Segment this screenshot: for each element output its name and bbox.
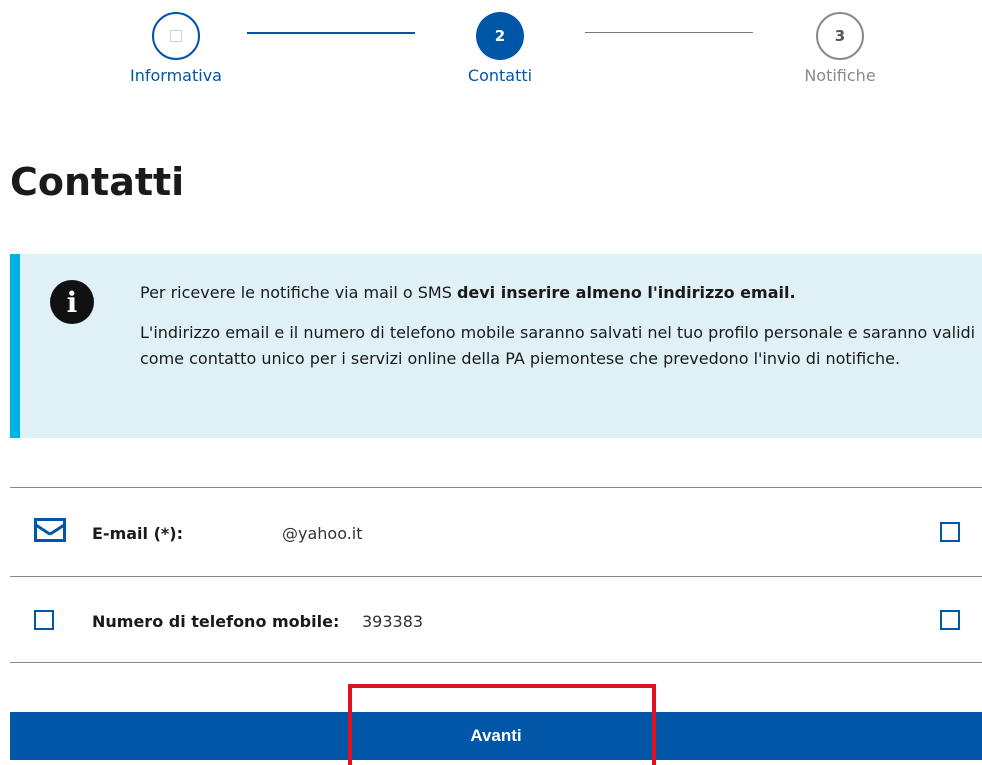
step-check-icon [170,30,182,42]
next-button[interactable]: Avanti [10,712,982,760]
phone-label: Numero di telefono mobile: [92,612,340,631]
step-label-notifiche: Notifiche [804,66,876,85]
info-line-1-bold: devi inserire almeno l'indirizzo email. [456,283,796,302]
info-line-1: Per ricevere le notifiche via mail o SMS… [140,280,980,306]
info-icon: i [50,280,94,324]
divider-middle [10,576,982,577]
divider-top [10,487,982,488]
mail-icon [34,518,66,542]
phone-checkbox[interactable] [34,610,54,630]
info-box: i Per ricevere le notifiche via mail o S… [10,254,982,438]
phone-edit-checkbox[interactable] [940,610,960,630]
email-icon-cell [34,518,66,542]
step-notifiche: 3 Notifiche [770,0,910,85]
divider-bottom [10,662,982,663]
page-title: Contatti [10,160,185,204]
step-circle-2: 2 [476,12,524,60]
email-label: E-mail (*): [92,524,183,543]
phone-checkbox-cell[interactable] [34,610,54,630]
step-connector-1 [247,32,415,34]
step-label-contatti: Contatti [467,66,533,85]
stepper: Informativa 2 Contatti 3 Notifiche [0,0,982,100]
step-contatti: 2 Contatti [430,0,570,85]
phone-row: Numero di telefono mobile: 393383 [10,578,982,664]
email-value: @yahoo.it [282,524,363,543]
email-edit-checkbox[interactable] [940,522,960,542]
step-circle-3: 3 [816,12,864,60]
info-line-1-prefix: Per ricevere le notifiche via mail o SMS [140,283,457,302]
phone-value: 393383 [362,612,424,631]
email-row: E-mail (*): @yahoo.it [10,490,982,576]
info-paragraph-2: L'indirizzo email e il numero di telefon… [140,323,976,368]
step-connector-2 [585,32,753,33]
step-circle-1 [152,12,200,60]
step-informativa[interactable]: Informativa [106,0,246,85]
step-label-informativa: Informativa [130,66,222,85]
info-text: Per ricevere le notifiche via mail o SMS… [140,280,980,386]
